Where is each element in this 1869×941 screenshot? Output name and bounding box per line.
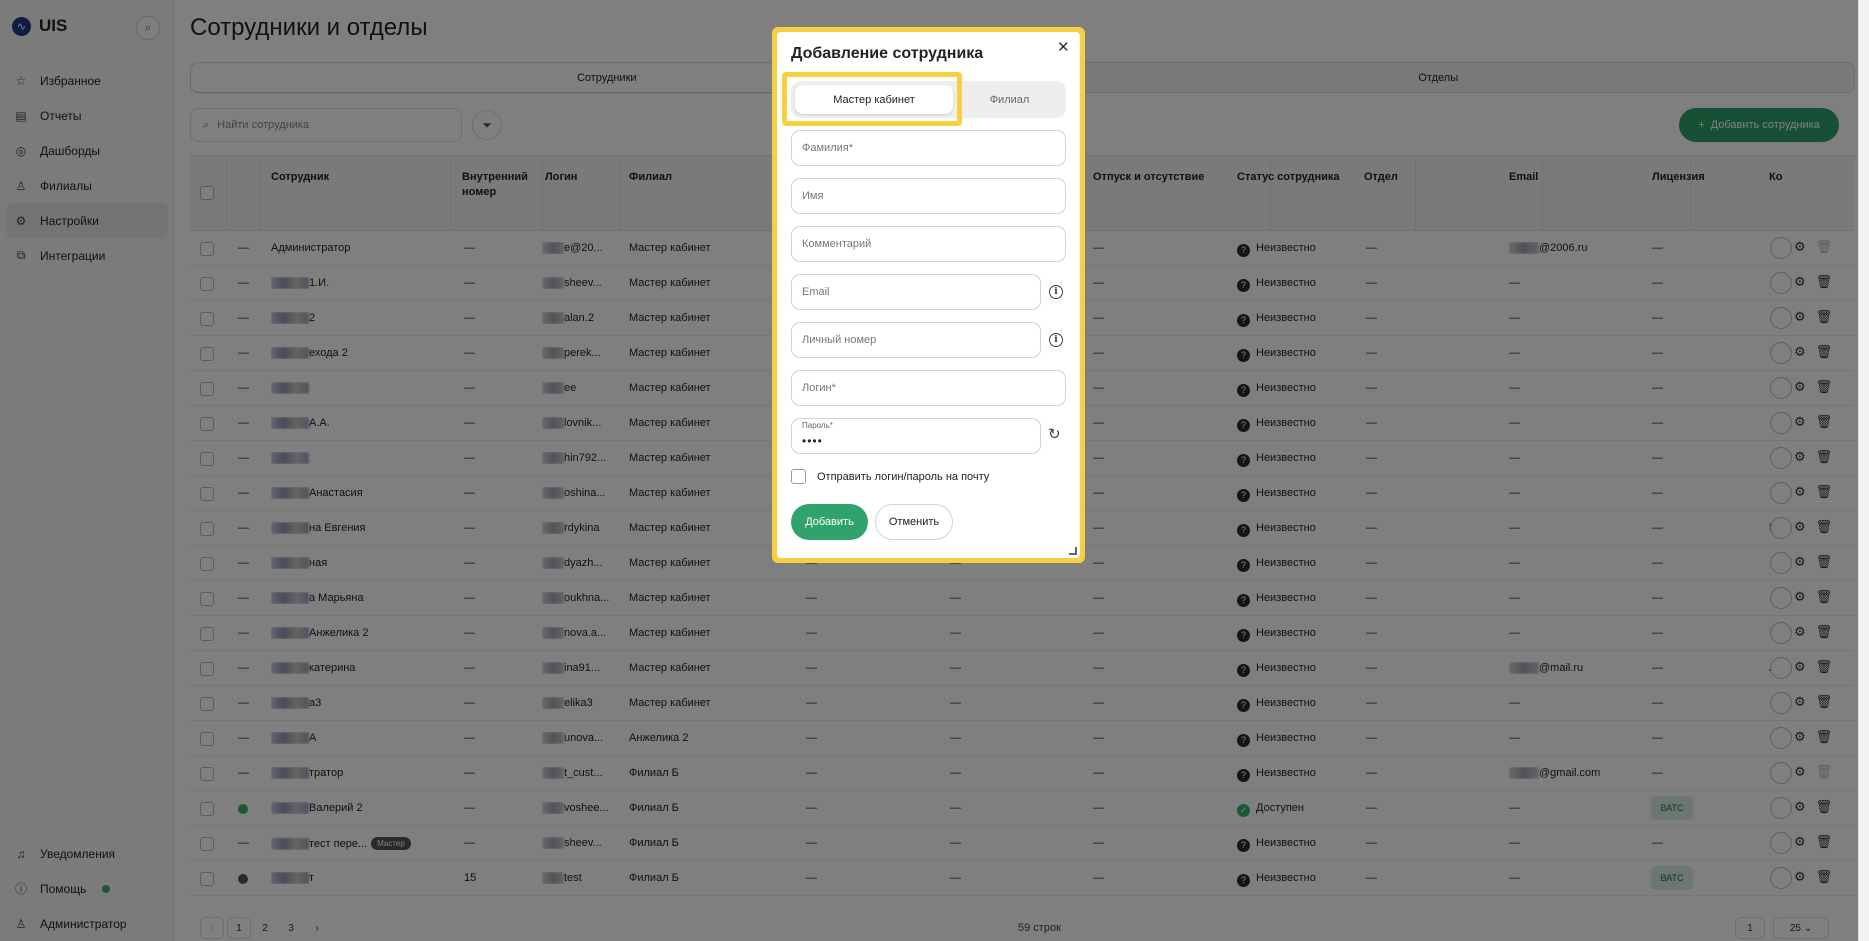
segment-highlight-frame [782, 72, 962, 126]
name-field[interactable]: Имя [791, 178, 1066, 214]
submit-add-button[interactable]: Добавить [791, 504, 868, 540]
login-field[interactable]: Логин* [791, 370, 1066, 406]
email-placeholder: Email [802, 286, 830, 298]
comment-placeholder: Комментарий [802, 238, 872, 250]
add-employee-dialog: Добавление сотрудника ✕ Мастер кабинет Ф… [777, 32, 1080, 558]
resize-handle-icon[interactable] [1069, 547, 1077, 555]
email-info-icon[interactable]: i [1049, 285, 1063, 299]
page-scrollbar[interactable] [1858, 0, 1869, 941]
close-icon[interactable]: ✕ [1057, 38, 1070, 56]
dialog-title: Добавление сотрудника [791, 45, 984, 62]
comment-field[interactable]: Комментарий [791, 226, 1066, 262]
email-field[interactable]: Email [791, 274, 1041, 310]
personal-number-info-icon[interactable]: i [1049, 333, 1063, 347]
name-placeholder: Имя [802, 190, 824, 202]
password-field[interactable]: Пароль* •••• [791, 418, 1041, 454]
cancel-button[interactable]: Отменить [875, 504, 953, 540]
personal-number-placeholder: Личный номер [802, 334, 877, 346]
send-credentials-label: Отправить логин/пароль на почту [817, 471, 990, 483]
password-label: Пароль* [802, 421, 833, 430]
lastname-placeholder: Фамилия* [802, 142, 853, 154]
password-value: •••• [802, 434, 823, 448]
send-credentials-checkbox[interactable] [791, 469, 806, 484]
regenerate-password-icon[interactable]: ↻ [1048, 425, 1061, 443]
personal-number-field[interactable]: Личный номер [791, 322, 1041, 358]
lastname-field[interactable]: Фамилия* [791, 130, 1066, 166]
login-placeholder: Логин* [802, 382, 836, 394]
segment-branch[interactable]: Филиал [957, 85, 1062, 114]
